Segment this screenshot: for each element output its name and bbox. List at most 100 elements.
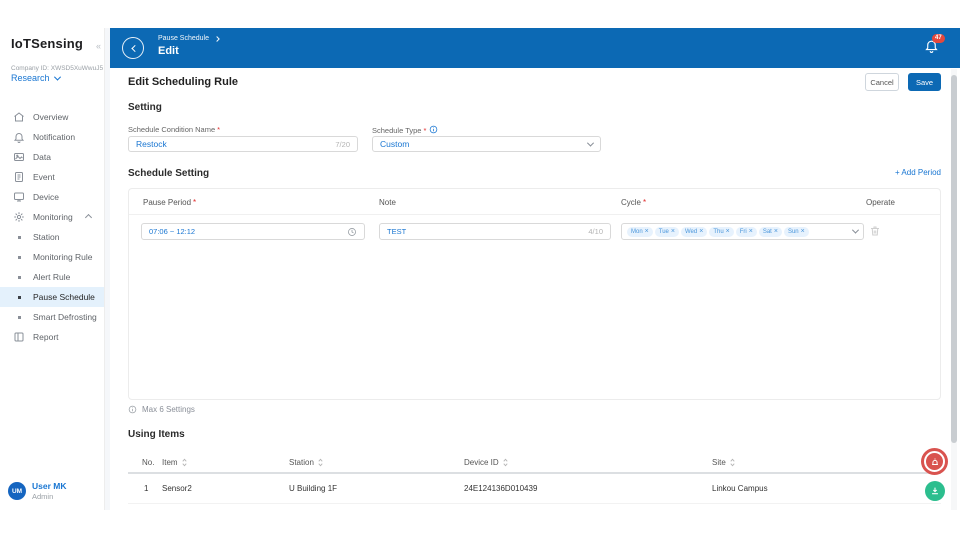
sort-icon[interactable] [181, 458, 188, 467]
schedule-setting-heading: Schedule Setting [128, 168, 209, 179]
info-icon[interactable] [429, 125, 438, 134]
chip-remove-icon[interactable]: × [801, 228, 805, 235]
schedule-type-label: Schedule Type* [372, 125, 438, 135]
chip-remove-icon[interactable]: × [699, 228, 703, 235]
col-note: Note [379, 198, 396, 207]
header-title: Edit [158, 45, 179, 57]
cycle-chips: Mon× Tue× Wed× Thu× Fri× Sat× Sun× [627, 227, 853, 237]
schedule-condition-name-input[interactable]: Restock 7/20 [128, 136, 358, 152]
sort-icon[interactable] [502, 458, 509, 467]
chip-remove-icon[interactable]: × [645, 228, 649, 235]
save-button[interactable]: Save [908, 73, 941, 91]
sidebar-item-notification[interactable]: Notification [0, 127, 104, 147]
page-content: Setting Schedule Condition Name* Restock… [110, 96, 960, 510]
col-item[interactable]: Item [162, 458, 188, 467]
sidebar-item-monitoring-rule[interactable]: Monitoring Rule [0, 247, 104, 267]
sidebar-item-overview[interactable]: Overview [0, 107, 104, 127]
user-profile[interactable]: UM User MK Admin [8, 481, 66, 501]
cycle-day-chip[interactable]: Tue× [655, 227, 679, 237]
note-input[interactable]: TEST 4/10 [379, 223, 611, 240]
sort-icon[interactable] [317, 458, 324, 467]
sidebar-item-monitoring[interactable]: Monitoring [0, 207, 104, 227]
using-items-heading: Using Items [128, 429, 185, 440]
cell-site: Linkou Campus [712, 484, 768, 493]
cycle-day-chip[interactable]: Sun× [784, 227, 809, 237]
required-icon: * [193, 198, 196, 207]
sidebar-menu: Overview Notification Data Event Device … [0, 107, 104, 347]
cell-device-id: 24E124136D010439 [464, 484, 537, 493]
cell-no: 1 [144, 484, 148, 493]
schedule-row: 07:06 ~ 12:12 TEST 4/10 Mon× Tue× Wed× T… [129, 215, 940, 249]
sidebar-item-label: Data [33, 152, 51, 162]
pause-period-value: 07:06 ~ 12:12 [149, 227, 347, 236]
cycle-day-chip[interactable]: Wed× [681, 227, 707, 237]
clock-icon [347, 227, 357, 237]
col-cycle: Cycle* [621, 198, 646, 207]
sidebar-item-data[interactable]: Data [0, 147, 104, 167]
gear-icon [13, 211, 25, 223]
sidebar-item-label: Overview [33, 112, 68, 122]
back-button[interactable] [122, 37, 144, 59]
sidebar-item-smart-defrosting[interactable]: Smart Defrosting [0, 307, 104, 327]
document-icon [13, 171, 25, 183]
pause-period-input[interactable]: 07:06 ~ 12:12 [141, 223, 365, 240]
col-device-id[interactable]: Device ID [464, 458, 509, 467]
sidebar-item-station[interactable]: Station [0, 227, 104, 247]
sidebar-collapse-icon[interactable]: « [96, 41, 101, 51]
char-counter: 7/20 [335, 140, 350, 149]
sidebar: IoTSensing « Company ID: XWSD5XuWwuJ5 Re… [0, 28, 105, 510]
chip-remove-icon[interactable]: × [774, 228, 778, 235]
sidebar-item-pause-schedule[interactable]: Pause Schedule [0, 287, 104, 307]
breadcrumb-parent[interactable]: Pause Schedule [158, 35, 209, 42]
scrollbar-thumb[interactable] [951, 75, 957, 443]
page-title: Edit Scheduling Rule [128, 76, 238, 88]
col-station[interactable]: Station [289, 458, 324, 467]
alarm-fab[interactable] [921, 448, 948, 475]
cycle-day-chip[interactable]: Mon× [627, 227, 653, 237]
sort-icon[interactable] [729, 458, 736, 467]
bullet-icon [18, 256, 21, 259]
bullet-icon [18, 236, 21, 239]
col-site[interactable]: Site [712, 458, 736, 467]
schedule-condition-name-value: Restock [136, 139, 331, 149]
breadcrumb: Pause Schedule [158, 35, 219, 42]
sidebar-item-label: Smart Defrosting [33, 312, 97, 322]
chip-remove-icon[interactable]: × [671, 228, 675, 235]
user-role: Admin [32, 492, 66, 501]
org-name: Research [11, 73, 50, 83]
note-counter: 4/10 [588, 227, 603, 236]
app-canvas: IoTSensing « Company ID: XWSD5XuWwuJ5 Re… [0, 0, 960, 540]
cycle-day-chip[interactable]: Thu× [709, 227, 733, 237]
chip-remove-icon[interactable]: × [749, 228, 753, 235]
bullet-icon [18, 316, 21, 319]
notification-bell[interactable]: 47 [924, 38, 940, 54]
sidebar-item-label: Alert Rule [33, 272, 70, 282]
using-items-header: No. Item Station Device ID Site [128, 452, 941, 474]
chip-remove-icon[interactable]: × [726, 228, 730, 235]
cycle-day-chip[interactable]: Sat× [759, 227, 782, 237]
cell-item: Sensor2 [162, 484, 192, 493]
schedule-type-select[interactable]: Custom [372, 136, 601, 152]
org-selector[interactable]: Research [11, 73, 60, 83]
sidebar-item-alert-rule[interactable]: Alert Rule [0, 267, 104, 287]
home-icon [13, 111, 25, 123]
download-fab[interactable] [925, 481, 945, 501]
alarm-icon [924, 451, 945, 472]
user-name: User MK [32, 481, 66, 491]
main-area: Pause Schedule Edit 47 Edit Scheduling R… [110, 28, 960, 510]
cancel-button[interactable]: Cancel [865, 73, 899, 91]
add-period-button[interactable]: + Add Period [895, 168, 941, 177]
sidebar-item-device[interactable]: Device [0, 187, 104, 207]
sidebar-item-label: Monitoring [33, 212, 73, 222]
cycle-select[interactable]: Mon× Tue× Wed× Thu× Fri× Sat× Sun× [621, 223, 864, 240]
sidebar-item-report[interactable]: Report [0, 327, 104, 347]
bell-icon [13, 131, 25, 143]
setting-heading: Setting [128, 102, 162, 113]
monitor-icon [13, 191, 25, 203]
avatar: UM [8, 482, 26, 500]
main-scrollbar[interactable] [951, 69, 957, 510]
sidebar-item-event[interactable]: Event [0, 167, 104, 187]
using-items-table: No. Item Station Device ID Site 1 Sensor… [128, 452, 941, 504]
delete-row-icon[interactable] [869, 224, 881, 236]
cycle-day-chip[interactable]: Fri× [736, 227, 757, 237]
